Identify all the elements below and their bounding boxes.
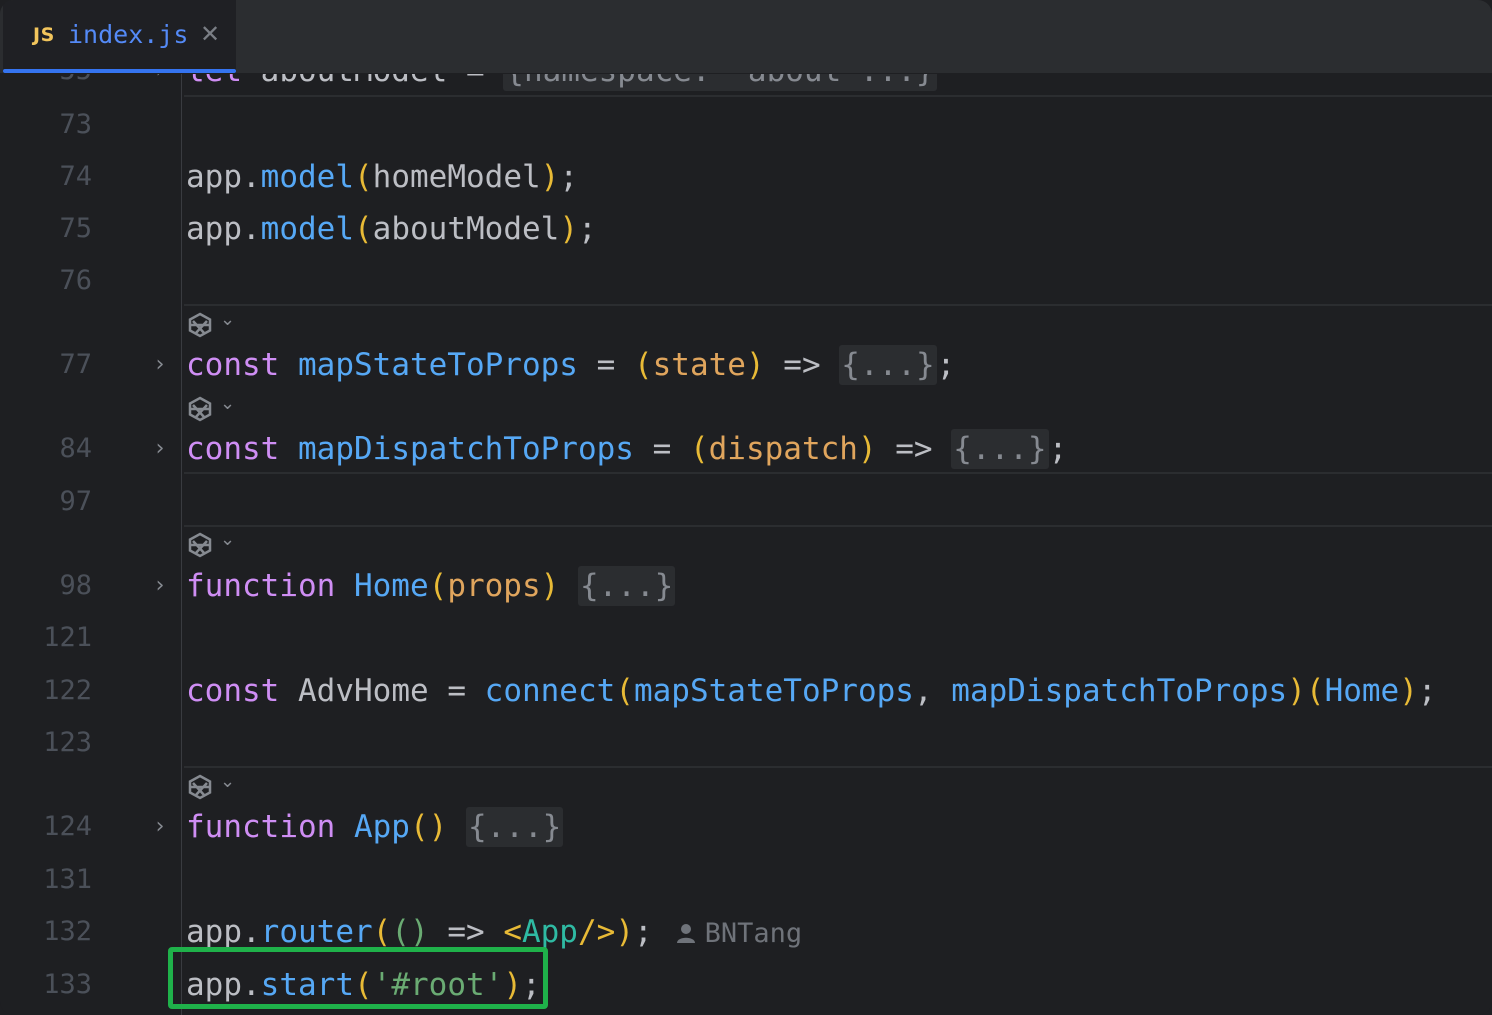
code-line[interactable]: 97 <box>0 476 1492 528</box>
line-number: 73 <box>59 109 92 140</box>
line-number: 98 <box>59 570 92 601</box>
line-number: 75 <box>59 213 92 244</box>
section-separator <box>184 472 1492 474</box>
folded-region[interactable]: {namespace: 'about'...} <box>503 74 937 91</box>
section-separator <box>184 525 1492 527</box>
code-line[interactable]: 122 const AdvHome = connect(mapStateToPr… <box>0 665 1492 717</box>
code-line[interactable]: 131 <box>0 854 1492 906</box>
ai-assistant-icon[interactable] <box>186 395 214 423</box>
active-tab-indicator <box>3 69 236 73</box>
code-line[interactable]: 124 › function App() {...} <box>0 801 1492 853</box>
folded-region[interactable]: {...} <box>577 566 676 606</box>
chevron-down-icon[interactable]: ⌄ <box>220 393 235 414</box>
close-icon[interactable]: ✕ <box>197 19 223 49</box>
tab-index-js[interactable]: JS index.js ✕ <box>3 0 236 73</box>
fold-expand-icon[interactable]: › <box>150 423 170 475</box>
line-number: 84 <box>59 433 92 464</box>
highlight-annotation-box <box>168 947 548 1009</box>
line-number: 76 <box>59 265 92 296</box>
code-line[interactable]: 76 <box>0 255 1492 307</box>
line-number: 123 <box>43 727 92 758</box>
code-line[interactable]: 73 <box>0 99 1492 151</box>
ai-assistant-icon[interactable] <box>186 311 214 339</box>
code-line[interactable]: 55 › let aboutModel = {namespace: 'about… <box>0 74 1492 97</box>
ai-assistant-icon[interactable] <box>186 531 214 559</box>
line-number: 131 <box>43 864 92 895</box>
chevron-down-icon[interactable]: ⌄ <box>220 309 235 330</box>
section-separator <box>184 766 1492 768</box>
person-icon <box>676 924 695 943</box>
ai-assistant-icon[interactable] <box>186 773 214 801</box>
fold-expand-icon[interactable]: › <box>150 801 170 853</box>
fold-expand-icon[interactable]: › <box>150 560 170 612</box>
code-line[interactable]: 123 <box>0 717 1492 769</box>
code-line[interactable]: 75 app.model(aboutModel); <box>0 203 1492 255</box>
javascript-file-icon: JS <box>33 24 55 46</box>
folded-region[interactable]: {...} <box>951 429 1049 469</box>
section-separator <box>184 95 1492 97</box>
fold-expand-icon[interactable]: › <box>150 74 170 97</box>
line-number: 97 <box>59 486 92 517</box>
code-line[interactable]: 98 › function Home(props) {...} <box>0 560 1492 612</box>
line-number: 121 <box>43 622 92 653</box>
git-blame-author[interactable]: BNTang <box>675 918 802 949</box>
code-line[interactable]: 74 app.model(homeModel); <box>0 151 1492 203</box>
code-line[interactable]: 121 <box>0 612 1492 664</box>
line-number: 74 <box>59 161 92 192</box>
code-line[interactable]: 77 › const mapStateToProps = (state) => … <box>0 339 1492 391</box>
line-number: 133 <box>43 969 92 1000</box>
line-number: 124 <box>43 811 92 842</box>
line-number: 122 <box>43 675 92 706</box>
code-editor[interactable]: 55 › let aboutModel = {namespace: 'about… <box>0 74 1492 1015</box>
folded-region[interactable]: {...} <box>465 807 564 847</box>
chevron-down-icon[interactable]: ⌄ <box>220 771 235 792</box>
fold-expand-icon[interactable]: › <box>150 339 170 391</box>
ide-window: JS index.js ✕ 55 › let aboutModel = {nam… <box>0 0 1492 1015</box>
chevron-down-icon[interactable]: ⌄ <box>220 529 235 550</box>
tab-label: index.js <box>68 20 189 49</box>
line-number: 132 <box>43 916 92 947</box>
section-separator <box>184 304 1492 306</box>
folded-region[interactable]: {...} <box>839 345 937 385</box>
line-number: 55 <box>0 74 92 97</box>
editor-tab-bar: JS index.js ✕ <box>0 0 1492 74</box>
code-line[interactable]: 84 › const mapDispatchToProps = (dispatc… <box>0 423 1492 475</box>
line-number: 77 <box>59 349 92 380</box>
